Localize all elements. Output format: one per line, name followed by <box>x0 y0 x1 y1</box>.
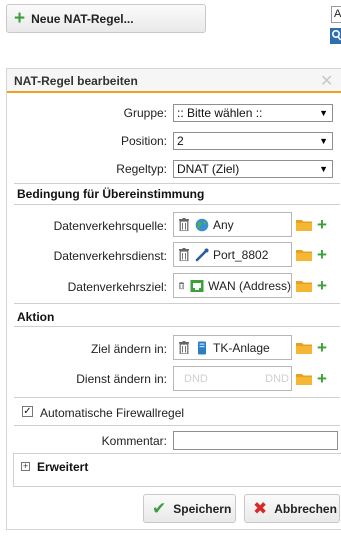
position-select[interactable]: 2 ▼ <box>173 132 333 150</box>
rule-type-select[interactable]: DNAT (Ziel) ▼ <box>173 160 333 178</box>
divider <box>14 397 340 398</box>
add-change-destination-icon[interactable]: + <box>317 339 327 356</box>
change-service-placeholder-right: DND <box>265 372 289 385</box>
partial-input[interactable]: A <box>331 6 341 23</box>
action-section-title: Aktion <box>17 310 55 324</box>
dropdown-arrow-icon: ▼ <box>319 108 328 118</box>
search-icon[interactable] <box>330 28 341 44</box>
position-label: Position: <box>120 134 167 148</box>
cancel-button[interactable]: ✖ Abbrechen <box>244 494 340 523</box>
expand-icon[interactable]: + <box>21 462 30 471</box>
match-section-title: Bedingung für Übereinstimmung <box>17 187 205 201</box>
add-change-service-icon[interactable]: + <box>317 370 327 387</box>
traffic-destination-field[interactable]: WAN (Address) <box>173 273 292 298</box>
trash-icon[interactable] <box>179 248 189 261</box>
network-interface-icon <box>190 279 204 292</box>
group-select[interactable]: :: Bitte wählen :: ▼ <box>173 104 333 122</box>
divider <box>14 183 340 184</box>
dialog-title: NAT-Regel bearbeiten <box>14 74 138 88</box>
divider <box>14 326 340 327</box>
folder-icon[interactable] <box>296 248 312 261</box>
add-service-icon[interactable]: + <box>317 246 327 263</box>
change-destination-value: TK-Anlage <box>213 340 270 355</box>
close-icon[interactable]: ✕ <box>320 71 333 91</box>
auto-firewall-checkbox[interactable]: ✓ <box>22 406 33 417</box>
divider <box>14 425 340 426</box>
add-destination-icon[interactable]: + <box>317 277 327 294</box>
cancel-button-label: Abbrechen <box>274 501 337 516</box>
checkmark-icon: ✔ <box>152 498 167 518</box>
save-button-label: Speichern <box>173 501 232 516</box>
folder-icon[interactable] <box>296 279 312 292</box>
change-destination-label: Ziel ändern in: <box>90 342 167 356</box>
dropdown-arrow-icon: ▼ <box>319 136 328 146</box>
traffic-destination-label: Datenverkehrsziel: <box>67 280 167 294</box>
dropdown-arrow-icon: ▼ <box>319 164 328 174</box>
traffic-source-label: Datenverkehrsquelle: <box>53 219 167 233</box>
traffic-source-value: Any <box>213 217 234 232</box>
traffic-source-field[interactable]: Any <box>173 212 292 237</box>
new-nat-rule-label: Neue NAT-Regel... <box>31 11 134 26</box>
comment-input[interactable] <box>173 431 338 450</box>
rule-type-select-value: DNAT (Ziel) <box>177 162 240 176</box>
folder-icon[interactable] <box>296 372 312 385</box>
group-label: Gruppe: <box>123 106 167 120</box>
traffic-service-value: Port_8802 <box>213 247 269 262</box>
new-nat-rule-button[interactable]: + Neue NAT-Regel... <box>6 4 206 33</box>
trash-icon[interactable] <box>179 341 189 354</box>
folder-icon[interactable] <box>296 218 312 231</box>
advanced-label[interactable]: Erweitert <box>37 460 88 474</box>
host-icon <box>198 341 206 354</box>
globe-icon <box>195 218 209 231</box>
comment-label: Kommentar: <box>101 434 167 448</box>
change-service-label: Dienst ändern in: <box>76 372 167 386</box>
divider <box>14 204 340 205</box>
plus-icon: + <box>14 8 26 29</box>
change-service-placeholder-left: DND <box>184 372 208 385</box>
group-select-value: :: Bitte wählen :: <box>177 106 263 120</box>
traffic-service-field[interactable]: Port_8802 <box>173 242 292 267</box>
save-button[interactable]: ✔ Speichern <box>143 494 236 523</box>
auto-firewall-label: Automatische Firewallregel <box>40 406 185 420</box>
traffic-destination-value: WAN (Address) <box>208 278 291 293</box>
folder-icon[interactable] <box>296 341 312 354</box>
change-destination-field[interactable]: TK-Anlage <box>173 335 292 360</box>
position-select-value: 2 <box>177 134 184 148</box>
traffic-service-label: Datenverkehrsdienst: <box>53 249 167 263</box>
cancel-x-icon: ✖ <box>253 498 268 518</box>
trash-icon[interactable] <box>179 218 189 231</box>
change-service-dropzone[interactable]: DND DND <box>173 366 292 391</box>
add-source-icon[interactable]: + <box>317 216 327 233</box>
divider <box>14 303 340 304</box>
rule-type-label: Regeltyp: <box>116 162 167 176</box>
trash-icon[interactable] <box>179 279 185 292</box>
port-service-icon <box>195 248 209 261</box>
nat-rule-dialog: NAT-Regel bearbeiten ✕ Gruppe: :: Bitte … <box>6 68 341 530</box>
